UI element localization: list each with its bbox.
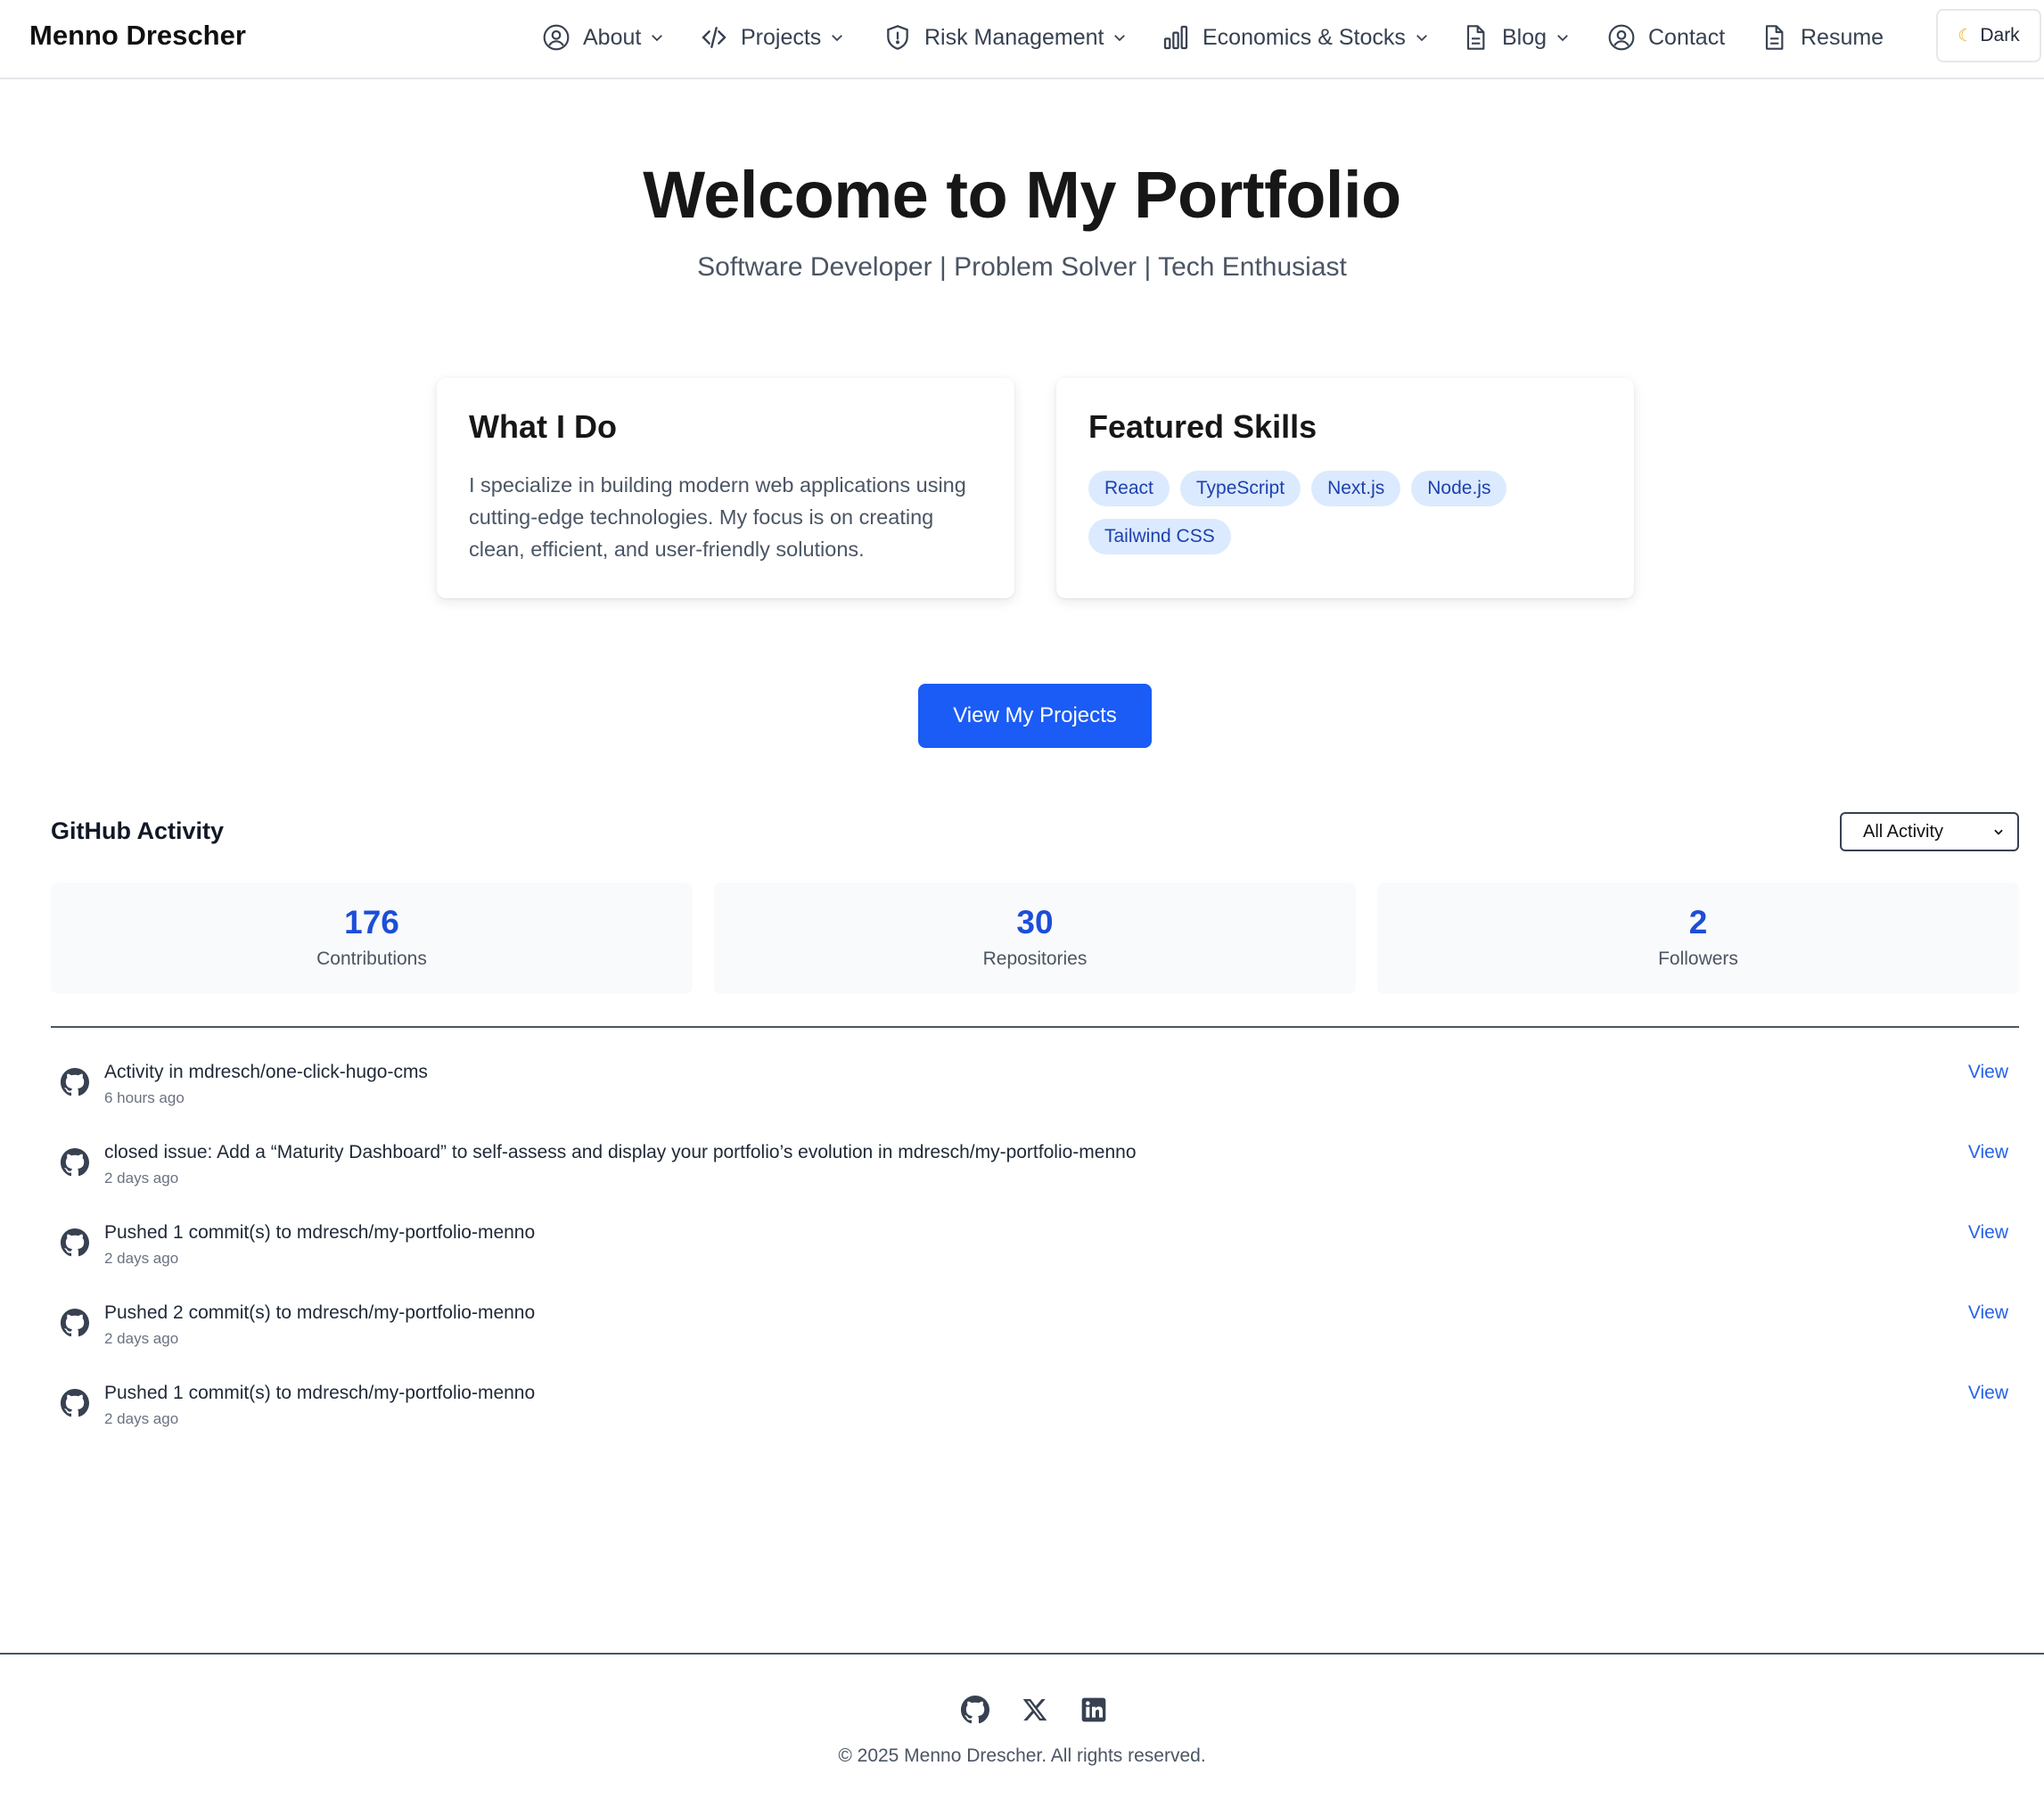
activity-item: closed issue: Add a “Maturity Dashboard”… (51, 1137, 2019, 1195)
nav-item-blog[interactable]: Blog (1461, 18, 1571, 57)
chevron-down-icon (652, 35, 663, 42)
chevron-down-icon (1416, 35, 1427, 42)
chevron-down-icon (1114, 35, 1126, 42)
github-icon (61, 1309, 89, 1337)
github-icon (61, 1068, 89, 1096)
user-circle-icon (543, 24, 570, 51)
featured-skills-card: Featured Skills React TypeScript Next.js… (1056, 378, 1634, 598)
activity-time: 2 days ago (104, 1170, 179, 1187)
stat-label: Followers (1658, 949, 1738, 969)
skill-tag-nextjs[interactable]: Next.js (1311, 471, 1401, 506)
activity-time: 2 days ago (104, 1410, 179, 1427)
document-icon (1765, 25, 1784, 50)
activity-time: 2 days ago (104, 1330, 179, 1347)
nav-item-label: Risk Management (924, 24, 1104, 50)
what-i-do-card: What I Do I specialize in building moder… (437, 378, 1014, 598)
stat-value: 2 (1688, 904, 1708, 940)
activity-item: Pushed 1 commit(s) to mdresch/my-portfol… (51, 1218, 2019, 1275)
nav-item-resume[interactable]: Resume (1760, 18, 1884, 57)
linkedin-icon[interactable] (1079, 1696, 1108, 1724)
shield-alert-icon (887, 25, 908, 50)
activity-item: Pushed 1 commit(s) to mdresch/my-portfol… (51, 1378, 2019, 1435)
view-projects-button[interactable]: View My Projects (918, 684, 1152, 748)
card-title: Featured Skills (1088, 408, 1318, 445)
skill-tag-nodejs[interactable]: Node.js (1411, 471, 1507, 506)
view-link[interactable]: View (1968, 1302, 2008, 1324)
stat-label: Contributions (316, 949, 427, 969)
bar-chart-icon (1163, 25, 1188, 50)
github-icon[interactable] (961, 1696, 989, 1724)
code-icon (702, 27, 726, 48)
activity-item: Pushed 2 commit(s) to mdresch/my-portfol… (51, 1298, 2019, 1355)
skill-tag-tailwind[interactable]: Tailwind CSS (1088, 519, 1231, 554)
github-icon (61, 1148, 89, 1177)
moon-icon: ☾ (1958, 26, 1974, 45)
theme-toggle-button[interactable]: ☾ Dark (1936, 9, 2041, 62)
nav-item-projects[interactable]: Projects (700, 18, 845, 57)
stat-contributions: 176 Contributions (51, 883, 693, 994)
activity-title: Pushed 1 commit(s) to mdresch/my-portfol… (104, 1383, 536, 1403)
skill-tag-typescript[interactable]: TypeScript (1179, 471, 1301, 506)
stat-value: 176 (344, 904, 399, 940)
github-icon (61, 1228, 89, 1257)
chevron-down-icon (1994, 829, 2003, 835)
nav-item-label: Resume (1801, 24, 1884, 50)
github-icon (61, 1389, 89, 1417)
top-navbar: Menno Drescher About Projects Risk Manag… (0, 0, 2044, 79)
activity-time: 6 hours ago (104, 1089, 185, 1106)
nav-item-risk-management[interactable]: Risk Management (883, 18, 1128, 57)
stat-label: Repositories (982, 949, 1088, 969)
activity-title: Pushed 1 commit(s) to mdresch/my-portfol… (104, 1222, 536, 1243)
card-text: I specialize in building modern web appl… (469, 473, 966, 561)
activity-filter-value: All Activity (1863, 821, 1944, 842)
view-link[interactable]: View (1968, 1142, 2008, 1163)
x-icon[interactable] (1021, 1696, 1049, 1724)
skill-tag-list: React TypeScript Next.js Node.js Tailwin… (1088, 471, 1588, 554)
footer-divider (0, 1653, 2044, 1655)
stat-followers: 2 Followers (1377, 883, 2019, 994)
nav-item-contact[interactable]: Contact (1607, 18, 1725, 57)
document-icon (1466, 25, 1485, 50)
activity-time: 2 days ago (104, 1250, 179, 1267)
skill-tag-react[interactable]: React (1088, 471, 1170, 506)
view-link[interactable]: View (1968, 1222, 2008, 1244)
github-activity-title: GitHub Activity (51, 817, 225, 844)
activity-item: Activity in mdresch/one-click-hugo-cms 6… (51, 1057, 2019, 1114)
chevron-down-icon (1557, 35, 1568, 42)
copyright-text: © 2025 Menno Drescher. All rights reserv… (838, 1745, 1206, 1766)
user-circle-icon (1608, 24, 1635, 51)
view-link[interactable]: View (1968, 1383, 2008, 1404)
activity-title: Activity in mdresch/one-click-hugo-cms (104, 1062, 428, 1082)
nav-item-label: Contact (1648, 24, 1726, 50)
theme-toggle-label: Dark (1980, 25, 2020, 45)
nav-item-label: Blog (1502, 24, 1547, 50)
nav-item-economics-stocks[interactable]: Economics & Stocks (1162, 18, 1430, 57)
activity-title: Pushed 2 commit(s) to mdresch/my-portfol… (104, 1302, 536, 1323)
nav-item-label: Projects (741, 24, 822, 50)
stat-repositories: 30 Repositories (714, 883, 1356, 994)
brand-logo-text[interactable]: Menno Drescher (29, 20, 246, 52)
page-subtitle: Software Developer | Problem Solver | Te… (697, 252, 1347, 282)
activity-title: closed issue: Add a “Maturity Dashboard”… (104, 1142, 1137, 1162)
nav-item-about[interactable]: About (542, 18, 665, 57)
activity-filter-select[interactable]: All Activity (1840, 812, 2019, 851)
nav-item-label: About (583, 24, 642, 50)
page-title: Welcome to My Portfolio (643, 158, 1401, 232)
section-divider (51, 1026, 2019, 1028)
nav-item-label: Economics & Stocks (1203, 24, 1406, 50)
chevron-down-icon (832, 35, 843, 42)
card-title: What I Do (469, 408, 617, 445)
view-link[interactable]: View (1968, 1062, 2008, 1083)
stat-value: 30 (1016, 904, 1054, 940)
